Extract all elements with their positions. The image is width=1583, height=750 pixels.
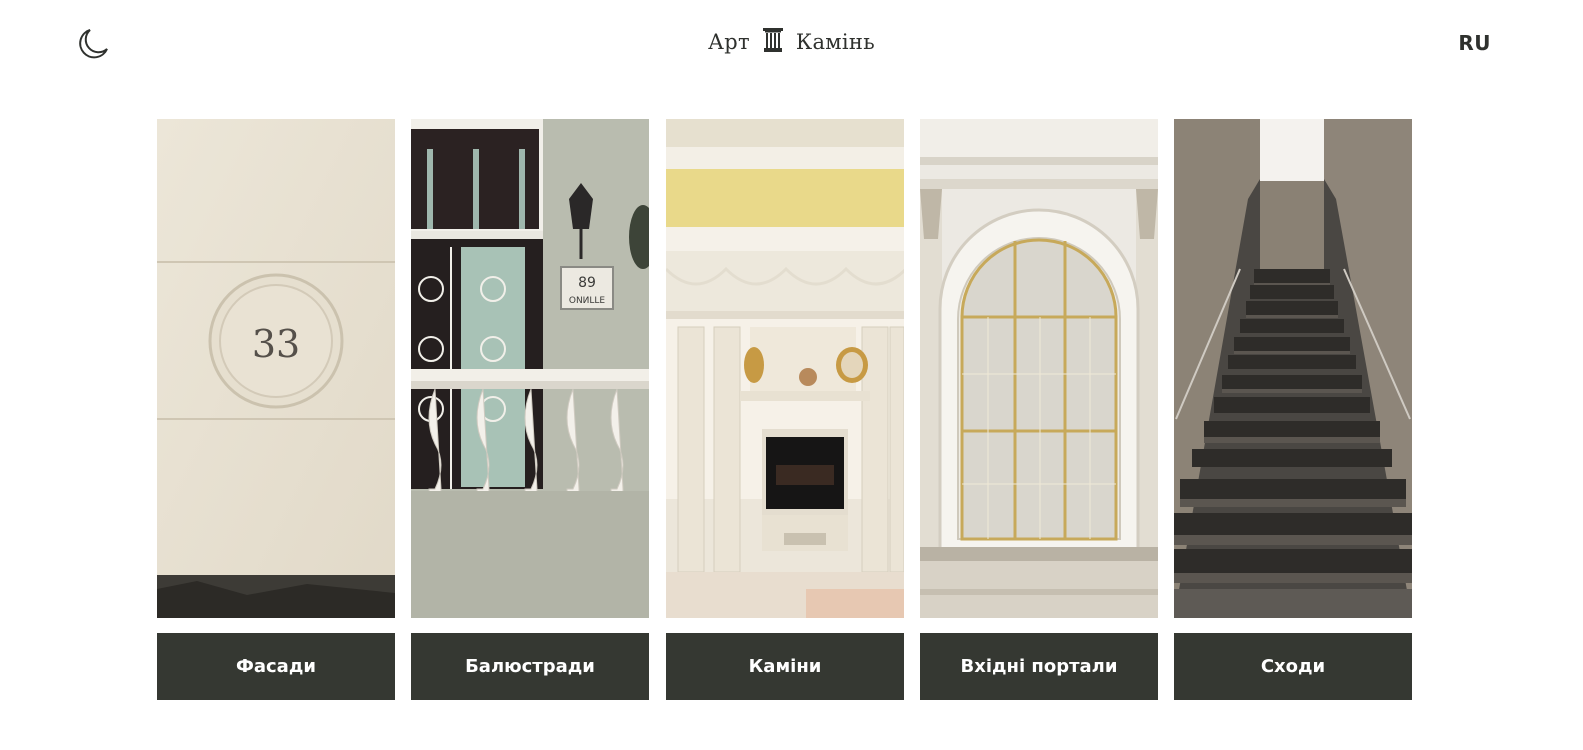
category-card-facades[interactable]: 33 Фасади [157,119,395,700]
logo-text-right: Камінь [795,30,875,54]
sign-street: ОNИLLE [569,296,606,306]
category-button-fireplaces[interactable]: Каміни [666,633,904,700]
sign-number: 89 [578,275,596,291]
category-card-fireplaces[interactable]: Каміни [666,119,904,700]
category-card-balustrades[interactable]: 89 ОNИLLE Балюстради [411,119,649,700]
site-header: Арт Камінь RU [0,0,1583,90]
category-button-balustrades[interactable]: Балюстради [411,633,649,700]
logo-text-left: Арт [708,30,750,54]
stairs-photo[interactable] [1174,119,1412,618]
balustrade-photo[interactable]: 89 ОNИLLE [411,119,649,618]
category-card-portals[interactable]: Вхідні портали [920,119,1158,700]
house-number-label: 33 [252,322,300,366]
category-card-stairs[interactable]: Сходи [1174,119,1412,700]
column-icon [762,28,783,57]
category-button-facades[interactable]: Фасади [157,633,395,700]
facade-photo[interactable]: 33 [157,119,395,618]
category-button-stairs[interactable]: Сходи [1174,633,1412,700]
fireplace-photo[interactable] [666,119,904,618]
site-logo[interactable]: Арт Камінь [0,28,1583,57]
category-button-portals[interactable]: Вхідні портали [920,633,1158,700]
portal-photo[interactable] [920,119,1158,618]
language-switch[interactable]: RU [1458,31,1491,55]
